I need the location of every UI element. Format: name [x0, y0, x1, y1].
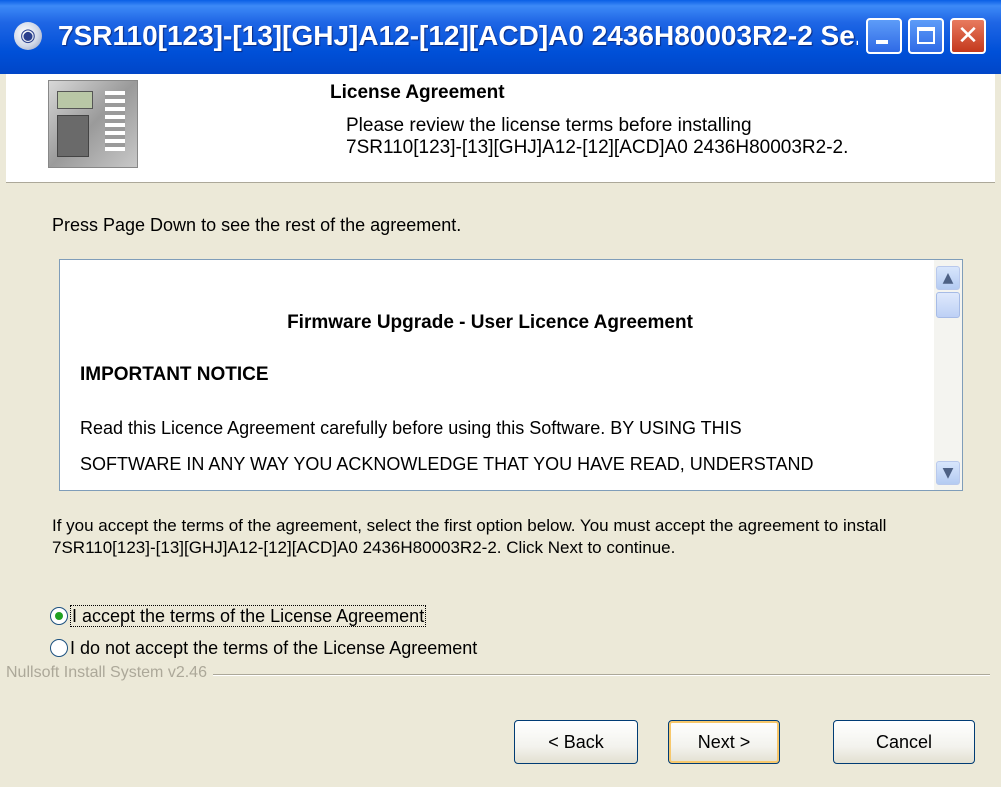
- device-panel: [57, 115, 89, 157]
- vertical-scrollbar[interactable]: ▲ ▼: [934, 260, 962, 490]
- scroll-up-icon[interactable]: ▲: [936, 266, 960, 290]
- device-image: [48, 80, 138, 168]
- branding-text: Nullsoft Install System v2.46: [6, 664, 213, 682]
- decline-option[interactable]: I do not accept the terms of the License…: [50, 638, 477, 662]
- decline-radio[interactable]: [50, 639, 68, 657]
- maximize-button[interactable]: [908, 18, 944, 54]
- scroll-down-icon[interactable]: ▼: [936, 461, 960, 485]
- license-text-line: Read this Licence Agreement carefully be…: [80, 418, 742, 438]
- subtitle-line-1: Please review the license terms before i…: [346, 115, 752, 136]
- cancel-button[interactable]: Cancel: [833, 720, 975, 764]
- scroll-thumb[interactable]: [936, 292, 960, 318]
- decline-label[interactable]: I do not accept the terms of the License…: [70, 638, 477, 658]
- device-screen: [57, 91, 93, 109]
- page-subtitle: Please review the license terms before i…: [346, 115, 848, 159]
- license-text-line: SOFTWARE IN ANY WAY YOU ACKNOWLEDGE THAT…: [80, 454, 814, 474]
- accept-radio[interactable]: [50, 607, 68, 625]
- license-notice: IMPORTANT NOTICE: [80, 364, 269, 385]
- device-leds: [105, 91, 125, 151]
- next-button[interactable]: Next >: [668, 720, 780, 764]
- header-panel: License Agreement Please review the lice…: [6, 74, 995, 183]
- maximize-icon: [917, 27, 935, 44]
- accept-label[interactable]: I accept the terms of the License Agreem…: [70, 605, 427, 627]
- branding-divider: Nullsoft Install System v2.46: [6, 664, 990, 684]
- title-bar[interactable]: ◉ 7SR110[123]-[13][GHJ]A12-[12][ACD]A0 2…: [0, 0, 1001, 74]
- close-button[interactable]: ✕: [950, 18, 986, 54]
- close-icon: ✕: [957, 21, 979, 51]
- back-button[interactable]: < Back: [514, 720, 638, 764]
- license-textbox[interactable]: Firmware Upgrade - User Licence Agreemen…: [59, 259, 963, 491]
- page-title: License Agreement: [330, 82, 505, 103]
- accept-option[interactable]: I accept the terms of the License Agreem…: [50, 605, 427, 630]
- accept-instructions: If you accept the terms of the agreement…: [52, 516, 887, 557]
- subtitle-line-2: 7SR110[123]-[13][GHJ]A12-[12][ACD]A0 243…: [346, 137, 849, 158]
- installer-icon: ◉: [14, 22, 42, 50]
- window-title: 7SR110[123]-[13][GHJ]A12-[12][ACD]A0 243…: [58, 20, 858, 51]
- instructions-text: Press Page Down to see the rest of the a…: [52, 215, 462, 235]
- installer-window: ◉ 7SR110[123]-[13][GHJ]A12-[12][ACD]A0 2…: [0, 0, 1001, 787]
- minimize-button[interactable]: [866, 18, 902, 54]
- minimize-icon: [876, 40, 888, 44]
- license-heading: Firmware Upgrade - User Licence Agreemen…: [287, 312, 693, 333]
